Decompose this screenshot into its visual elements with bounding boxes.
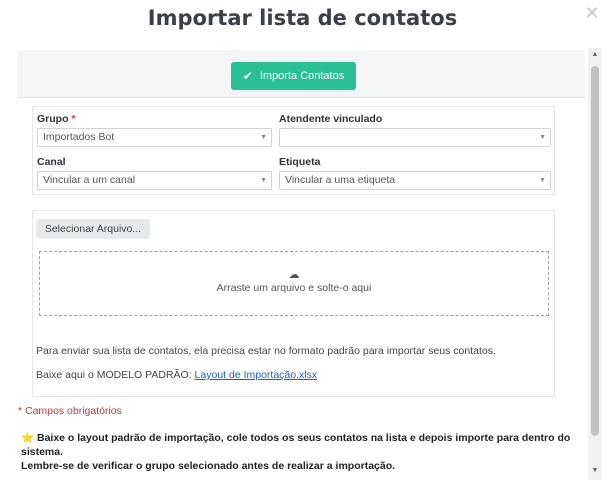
- import-fields-panel: Grupo * Importados Bot ▼ Atendente vincu…: [32, 106, 555, 195]
- canal-select[interactable]: Vincular a um canal ▼: [37, 171, 272, 190]
- scroll-down-icon[interactable]: ▼: [588, 464, 602, 478]
- select-file-button[interactable]: Selecionar Arquivo...: [36, 219, 150, 239]
- import-contacts-modal: Importar lista de contatos ✕ ✔ Importa C…: [0, 0, 605, 484]
- import-contacts-label: Importa Contatos: [259, 70, 345, 82]
- check-icon: ✔: [242, 69, 253, 83]
- grupo-value: Importados Bot: [43, 131, 115, 143]
- scroll-up-icon[interactable]: ▲: [588, 48, 602, 62]
- format-info-text: Para enviar sua lista de contatos, ela p…: [36, 345, 496, 357]
- cloud-upload-icon: ☁: [288, 269, 300, 281]
- canal-value: Vincular a um canal: [43, 174, 136, 186]
- required-mark: *: [71, 113, 76, 125]
- modal-body: ✔ Importa Contatos Grupo * Importados Bo…: [17, 48, 588, 480]
- chevron-down-icon: ▼: [539, 134, 546, 141]
- download-template-link[interactable]: Layout de Importação.xlsx: [195, 369, 318, 381]
- file-dropzone[interactable]: ☁ Arraste um arquivo e solte-o aqui: [39, 251, 549, 316]
- scrollbar-thumb[interactable]: [591, 66, 599, 436]
- etiqueta-value: Vincular a uma etiqueta: [285, 174, 396, 186]
- vertical-scrollbar[interactable]: ▲ ▼: [588, 48, 602, 480]
- etiqueta-select[interactable]: Vincular a uma etiqueta ▼: [279, 171, 551, 190]
- tip-line1: Baixe o layout padrão de importação, col…: [21, 432, 571, 458]
- import-tip: ⭐ Baixe o layout padrão de importação, c…: [21, 431, 581, 473]
- canal-label: Canal: [37, 156, 66, 168]
- atendente-label: Atendente vinculado: [279, 113, 383, 125]
- upload-panel: Selecionar Arquivo... ☁ Arraste um arqui…: [32, 210, 555, 397]
- import-contacts-button[interactable]: ✔ Importa Contatos: [231, 62, 356, 90]
- chevron-down-icon: ▼: [260, 177, 267, 184]
- tip-line2: Lembre-se de verificar o grupo seleciona…: [21, 460, 396, 472]
- chevron-down-icon: ▼: [260, 134, 267, 141]
- chevron-down-icon: ▼: [539, 177, 546, 184]
- atendente-select[interactable]: ▼: [279, 128, 551, 147]
- download-template-line: Baixe aqui o MODELO PADRÃO: Layout de Im…: [36, 369, 317, 381]
- grupo-select[interactable]: Importados Bot ▼: [37, 128, 272, 147]
- required-fields-note: * Campos obrigatórios: [18, 405, 122, 417]
- etiqueta-label: Etiqueta: [279, 156, 321, 168]
- download-prefix: Baixe aqui o MODELO PADRÃO:: [36, 369, 192, 381]
- dropzone-text: Arraste um arquivo e solte-o aqui: [216, 282, 372, 294]
- close-icon[interactable]: ✕: [583, 4, 601, 22]
- star-icon: ⭐: [21, 432, 35, 444]
- grupo-label: Grupo *: [37, 113, 76, 125]
- modal-title: Importar lista de contatos: [147, 6, 458, 30]
- import-toolbar: ✔ Importa Contatos: [17, 50, 585, 98]
